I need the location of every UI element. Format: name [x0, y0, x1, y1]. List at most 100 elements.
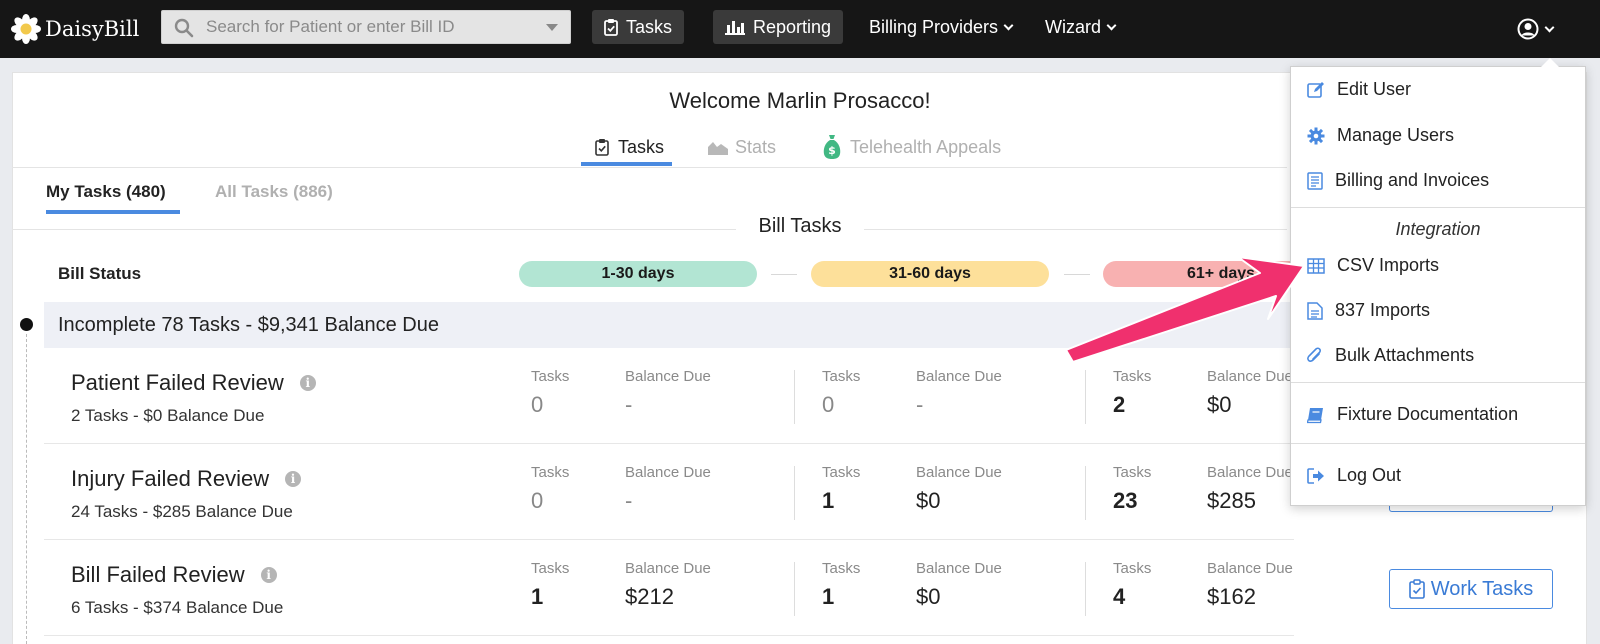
menu-item-manage-users[interactable]: Manage Users	[1307, 125, 1454, 146]
group-name: Incomplete	[58, 314, 156, 336]
search-dropdown-caret-icon[interactable]	[546, 24, 558, 31]
balance-col-label: Balance Due	[625, 368, 711, 385]
tab-telehealth-label: Telehealth Appeals	[850, 136, 1002, 157]
tasks-col-label: Tasks	[1113, 368, 1152, 385]
clipboard-check-icon	[1408, 579, 1425, 599]
user-dropdown-menu: Edit User Manage Users Billing and Invoi…	[1290, 66, 1586, 506]
group-header-incomplete[interactable]: Incomplete 78 Tasks - $9,341 Balance Due	[44, 302, 1294, 348]
tab-all-tasks[interactable]: All Tasks (886)	[215, 182, 333, 202]
wizard-label: Wizard	[1045, 16, 1102, 37]
menu-item-label: Log Out	[1337, 465, 1402, 485]
search-input[interactable]	[206, 11, 526, 43]
balance-col-label: Balance Due	[1207, 560, 1293, 577]
reporting-nav-label: Reporting	[753, 16, 832, 37]
age-pill-31-60: 31-60 days	[811, 261, 1049, 287]
info-icon[interactable]: i	[285, 471, 302, 487]
row-subtitle: 24 Tasks - $285 Balance Due	[71, 502, 293, 521]
menu-divider	[1291, 382, 1585, 383]
tab-stats-label: Stats	[735, 136, 777, 157]
tasks-col-label: Tasks	[822, 560, 861, 577]
info-icon[interactable]: i	[260, 567, 277, 583]
group-summary: 78 Tasks - $9,341 Balance Due	[161, 314, 439, 336]
tasks-col-label: Tasks	[531, 464, 570, 481]
active-tab-indicator	[581, 162, 672, 166]
table-icon	[1307, 257, 1325, 274]
group-header-text: Incomplete 78 Tasks - $9,341 Balance Due	[58, 314, 439, 337]
age-pill-1-30: 1-30 days	[519, 261, 757, 287]
row-subtitle: 6 Tasks - $374 Balance Due	[71, 598, 284, 617]
tasks-value: 0	[531, 392, 544, 417]
chevron-down-icon	[1003, 20, 1014, 30]
balance-col-label: Balance Due	[1207, 464, 1293, 481]
balance-value: $162	[1207, 584, 1256, 609]
edit-icon	[1307, 81, 1324, 98]
column-divider	[1085, 466, 1086, 520]
tasks-value: 4	[1113, 584, 1126, 609]
balance-value: $0	[916, 488, 941, 513]
row-title-group: Patient Failed Review i	[71, 370, 316, 396]
tasks-value: 0	[822, 392, 835, 417]
tab-my-tasks[interactable]: My Tasks (480)	[46, 182, 166, 202]
tasks-nav-button[interactable]: Tasks	[592, 10, 685, 44]
user-circle-icon	[1517, 18, 1539, 40]
svg-text:$: $	[828, 144, 836, 157]
row-title: Patient Failed Review	[71, 370, 284, 395]
pill-separator	[1064, 274, 1090, 275]
logo[interactable]: DaisyBill	[11, 12, 139, 46]
menu-item-csv-imports[interactable]: CSV Imports	[1307, 255, 1439, 276]
menu-item-log-out[interactable]: Log Out	[1307, 465, 1401, 486]
tasks-value: 2	[1113, 392, 1126, 417]
tasks-value: 1	[822, 488, 835, 513]
tasks-value: 0	[531, 488, 544, 513]
menu-item-label: Fixture Documentation	[1337, 404, 1519, 424]
tab-stats[interactable]: Stats	[708, 130, 776, 164]
menu-item-label: 837 Imports	[1335, 300, 1431, 320]
balance-col-label: Balance Due	[1207, 368, 1293, 385]
balance-value: $285	[1207, 488, 1256, 513]
bar-chart-icon	[725, 21, 745, 35]
menu-item-label: Manage Users	[1337, 125, 1455, 145]
menu-item-label: Edit User	[1337, 79, 1412, 99]
tab-telehealth-appeals[interactable]: $ Telehealth Appeals	[823, 130, 1001, 164]
row-title-group: Injury Failed Review i	[71, 466, 302, 492]
balance-value: $0	[1207, 392, 1232, 417]
clipboard-check-icon	[604, 19, 618, 36]
bill-status-label: Bill Status	[58, 264, 142, 283]
work-tasks-label: Work Tasks	[1430, 577, 1534, 600]
chevron-down-icon	[1106, 20, 1117, 30]
balance-value: -	[625, 488, 633, 513]
daisy-logo-icon	[11, 14, 41, 44]
clipboard-check-icon	[595, 139, 609, 156]
menu-section-integration: Integration	[1395, 219, 1481, 239]
tasks-value: 1	[531, 584, 544, 609]
active-subtab-indicator	[46, 210, 180, 214]
section-title: Bill Tasks	[736, 215, 864, 238]
task-row-bill-failed-review: Bill Failed Review i 6 Tasks - $374 Bala…	[44, 540, 1294, 636]
paperclip-icon	[1307, 346, 1321, 362]
tasks-col-label: Tasks	[822, 368, 861, 385]
reporting-nav-button[interactable]: Reporting	[713, 10, 844, 44]
tasks-col-label: Tasks	[822, 464, 861, 481]
column-divider	[1085, 370, 1086, 424]
column-divider	[794, 466, 795, 520]
menu-divider	[1291, 443, 1585, 444]
work-tasks-button[interactable]: Work Tasks	[1389, 569, 1553, 609]
file-text-icon	[1307, 301, 1323, 320]
info-icon[interactable]: i	[299, 375, 316, 391]
menu-item-edit-user[interactable]: Edit User	[1307, 79, 1411, 100]
menu-item-billing-invoices[interactable]: Billing and Invoices	[1307, 170, 1489, 191]
search-box[interactable]	[161, 10, 571, 44]
brand-name: DaisyBill	[45, 17, 140, 41]
row-title-group: Bill Failed Review i	[71, 562, 277, 588]
tab-tasks[interactable]: Tasks	[595, 130, 664, 164]
wizard-menu[interactable]: Wizard	[1045, 10, 1117, 44]
invoice-icon	[1307, 171, 1323, 190]
divider	[12, 229, 1287, 230]
user-menu-toggle[interactable]	[1517, 14, 1555, 44]
menu-item-fixture-documentation[interactable]: Fixture Documentation	[1307, 404, 1518, 425]
menu-item-837-imports[interactable]: 837 Imports	[1307, 300, 1430, 321]
row-subtitle: 2 Tasks - $0 Balance Due	[71, 406, 265, 425]
menu-item-bulk-attachments[interactable]: Bulk Attachments	[1307, 345, 1474, 366]
balance-value: -	[625, 392, 633, 417]
billing-providers-menu[interactable]: Billing Providers	[869, 10, 1014, 44]
